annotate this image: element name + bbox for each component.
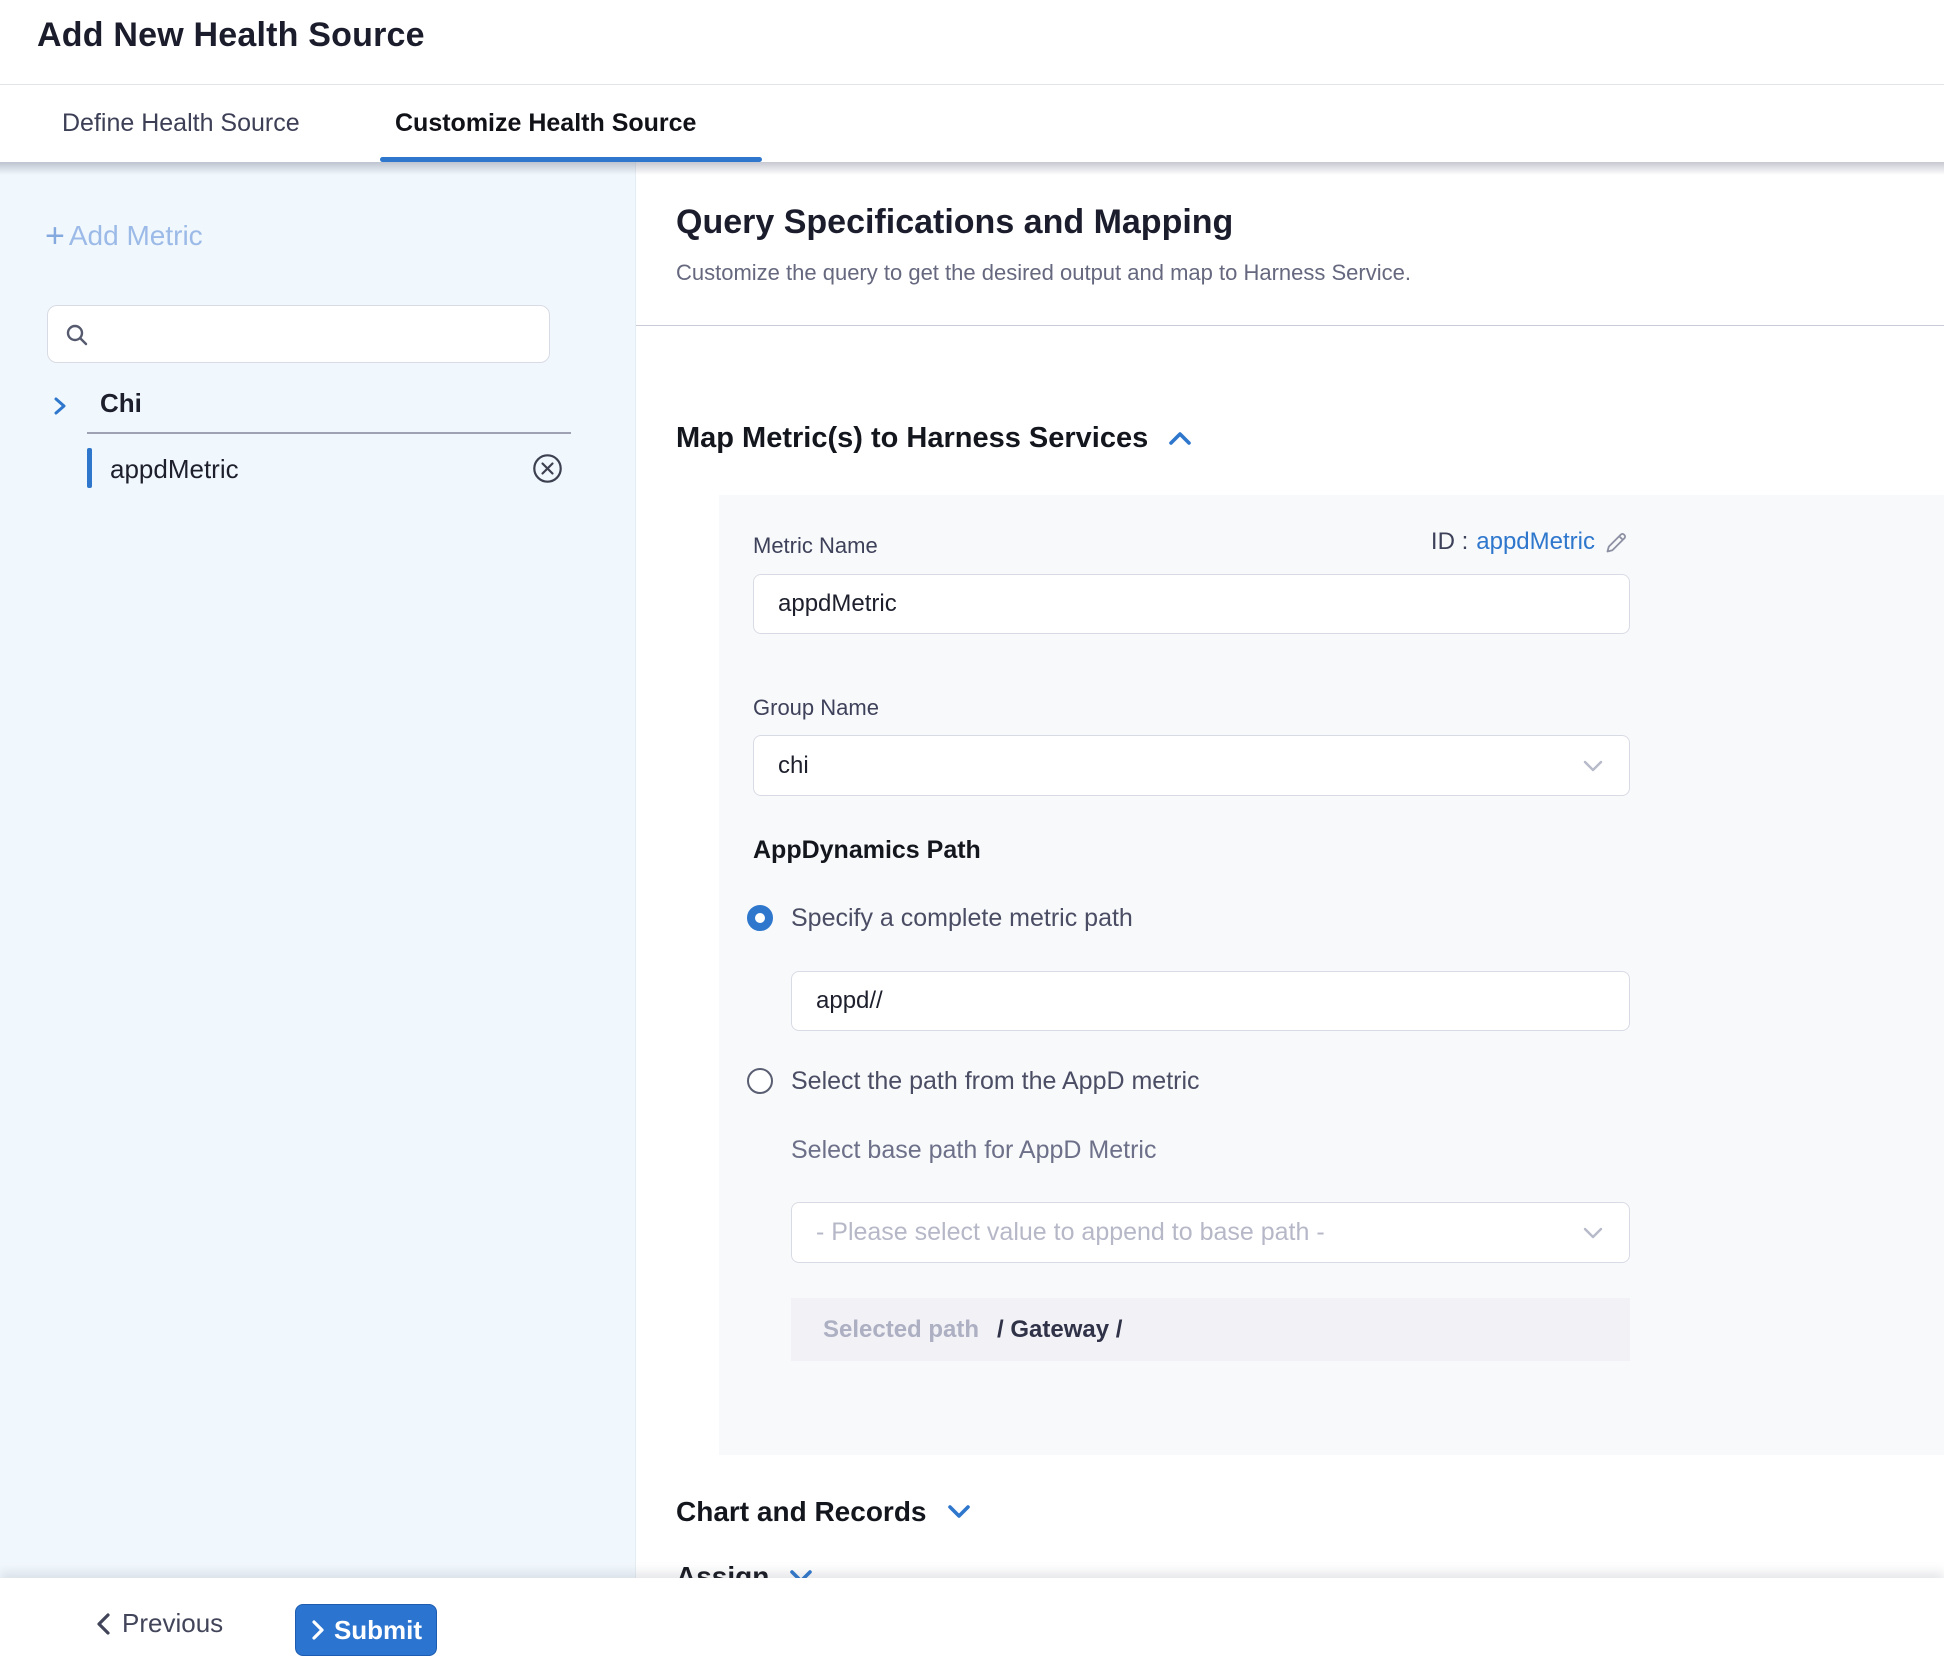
dialog-footer: Previous Submit bbox=[0, 1578, 1944, 1668]
chart-records-section-toggle[interactable]: Chart and Records bbox=[676, 1496, 973, 1528]
metric-search-box bbox=[47, 305, 550, 363]
heading-divider bbox=[636, 325, 1944, 326]
id-label: ID : bbox=[1431, 528, 1468, 556]
chevron-down-icon bbox=[1581, 758, 1605, 774]
metric-item-label: appdMetric bbox=[110, 454, 239, 485]
base-path-select[interactable]: - Please select value to append to base … bbox=[791, 1202, 1630, 1263]
selected-path-label: Selected path bbox=[823, 1316, 979, 1344]
edit-pencil-icon[interactable] bbox=[1603, 529, 1630, 556]
query-spec-panel: Query Specifications and Mapping Customi… bbox=[636, 162, 1944, 1578]
delete-metric-icon[interactable] bbox=[532, 453, 563, 484]
plus-icon: + bbox=[45, 221, 65, 251]
sidebar-item-appdmetric[interactable]: appdMetric bbox=[0, 446, 636, 492]
metrics-sidebar: + Add Metric Chi appdMetric bbox=[0, 162, 636, 1578]
group-name-label: Group Name bbox=[753, 695, 879, 721]
submit-label: Submit bbox=[334, 1615, 422, 1646]
complete-metric-path-input[interactable] bbox=[791, 971, 1630, 1031]
map-metrics-section-toggle[interactable]: Map Metric(s) to Harness Services bbox=[676, 422, 1194, 455]
metric-id-row: ID : appdMetric bbox=[753, 528, 1630, 556]
page-subtitle: Customize the query to get the desired o… bbox=[676, 260, 1411, 286]
dialog-header: Add New Health Source bbox=[0, 0, 1944, 85]
radio-select-label[interactable]: Select the path from the AppD metric bbox=[791, 1067, 1200, 1096]
selected-indicator-bar bbox=[87, 448, 92, 488]
base-path-label: Select base path for AppD Metric bbox=[791, 1136, 1156, 1165]
search-input[interactable] bbox=[100, 312, 540, 356]
metric-name-input[interactable] bbox=[753, 574, 1630, 634]
id-value: appdMetric bbox=[1476, 528, 1595, 556]
appdynamics-path-label: AppDynamics Path bbox=[753, 836, 981, 865]
chevron-left-icon bbox=[94, 1611, 112, 1637]
previous-label: Previous bbox=[122, 1608, 223, 1639]
chevron-up-icon bbox=[1166, 429, 1194, 449]
chevron-right-icon bbox=[52, 394, 68, 418]
map-metrics-form: Metric Name ID : appdMetric Group Name c… bbox=[719, 495, 1944, 1455]
add-metric-label: Add Metric bbox=[69, 220, 203, 252]
add-metric-button[interactable]: + Add Metric bbox=[45, 220, 203, 252]
previous-button[interactable]: Previous bbox=[94, 1608, 223, 1639]
base-path-placeholder: - Please select value to append to base … bbox=[816, 1218, 1325, 1247]
sidebar-group-chi[interactable]: Chi bbox=[0, 384, 636, 430]
sidebar-divider bbox=[87, 432, 571, 434]
dialog-title: Add New Health Source bbox=[37, 16, 425, 55]
chevron-down-icon bbox=[1581, 1225, 1605, 1241]
selected-path-value: / Gateway / bbox=[997, 1316, 1122, 1344]
radio-specify-label[interactable]: Specify a complete metric path bbox=[791, 904, 1133, 933]
add-health-source-dialog: Add New Health Source Define Health Sour… bbox=[0, 0, 1944, 1668]
tab-bar: Define Health Source Customize Health So… bbox=[0, 85, 1944, 162]
search-icon bbox=[64, 322, 90, 348]
chevron-down-icon bbox=[945, 1502, 973, 1522]
chart-records-title: Chart and Records bbox=[676, 1496, 927, 1528]
page-title: Query Specifications and Mapping bbox=[676, 203, 1233, 242]
group-label: Chi bbox=[100, 388, 142, 419]
map-metrics-section-title: Map Metric(s) to Harness Services bbox=[676, 422, 1148, 455]
tab-customize-health-source[interactable]: Customize Health Source bbox=[395, 109, 696, 138]
submit-button[interactable]: Submit bbox=[295, 1604, 437, 1656]
group-name-value: chi bbox=[778, 752, 809, 780]
radio-specify-metric-path[interactable] bbox=[747, 905, 773, 931]
selected-path-row: Selected path / Gateway / bbox=[791, 1298, 1630, 1361]
tab-define-health-source[interactable]: Define Health Source bbox=[62, 109, 300, 138]
group-name-select[interactable]: chi bbox=[753, 735, 1630, 796]
chevron-right-icon bbox=[310, 1618, 326, 1642]
radio-select-path[interactable] bbox=[747, 1068, 773, 1094]
